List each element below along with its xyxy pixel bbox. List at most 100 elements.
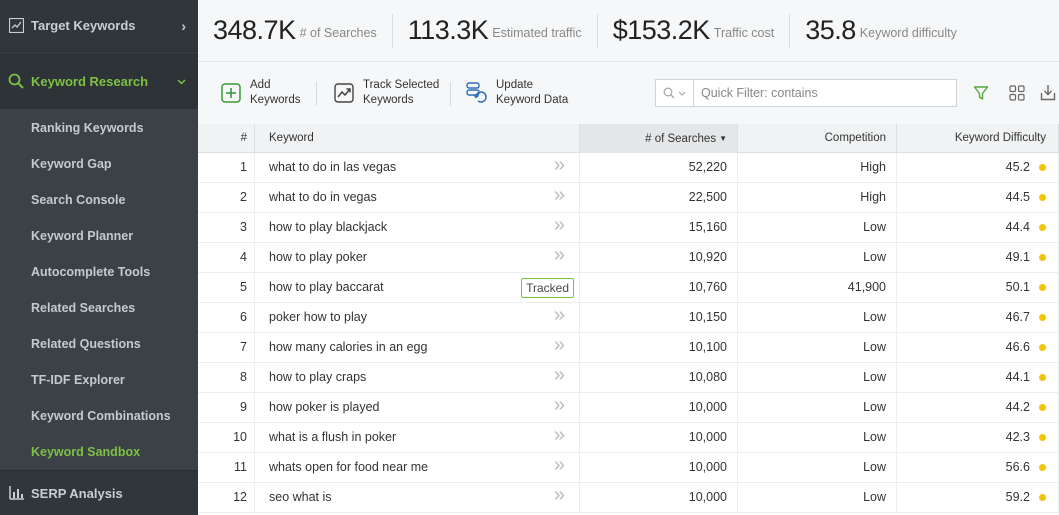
stat-value: 35.8: [805, 15, 856, 45]
cell-searches-text: 22,500: [688, 190, 727, 204]
table-row[interactable]: 4 how to play poker » 10,920 Low 49.1: [198, 243, 1059, 273]
cell-competition: Low: [738, 483, 897, 512]
quick-filter: [655, 79, 957, 107]
refresh-data-icon: [466, 82, 488, 104]
track-selected-keywords-button[interactable]: Track Selected Keywords: [333, 78, 439, 108]
double-chevron-right-icon[interactable]: »: [554, 151, 565, 180]
cell-number: 5: [198, 273, 255, 302]
cell-competition: Low: [738, 213, 897, 242]
toolbar-divider: [450, 82, 451, 106]
add-keywords-button[interactable]: Add Keywords: [220, 78, 301, 108]
double-chevron-right-icon[interactable]: »: [554, 181, 565, 210]
sidebar: Target Keywords › Keyword Research Ranki…: [0, 0, 198, 515]
sidebar-section-target-keywords[interactable]: Target Keywords ›: [0, 0, 198, 52]
sidebar-item-related-searches[interactable]: Related Searches: [0, 290, 198, 326]
sidebar-item-keyword-combinations[interactable]: Keyword Combinations: [0, 398, 198, 434]
cell-searches-text: 52,220: [688, 160, 727, 174]
cell-keyword: how many calories in an egg »: [255, 333, 580, 362]
sidebar-item-search-console[interactable]: Search Console: [0, 182, 198, 218]
sidebar-item-list: Ranking Keywords Keyword Gap Search Consol…: [0, 110, 198, 470]
cell-keyword-difficulty: 49.1: [897, 243, 1059, 272]
double-chevron-right-icon[interactable]: »: [554, 211, 565, 240]
cell-keyword-difficulty: 46.6: [897, 333, 1059, 362]
double-chevron-right-icon[interactable]: »: [554, 451, 565, 480]
difficulty-indicator-dot: [1039, 194, 1046, 201]
cell-competition-text: 41,900: [847, 280, 886, 294]
double-chevron-right-icon[interactable]: »: [554, 301, 565, 330]
double-chevron-right-icon[interactable]: »: [554, 361, 565, 390]
column-header-keyword-difficulty[interactable]: Keyword Difficulty: [897, 124, 1059, 153]
table-row[interactable]: 10 what is a flush in poker » 10,000 Low 42.3: [198, 423, 1059, 453]
table-row[interactable]: 5 how to play baccarat Tracked 10,760 41,900…: [198, 273, 1059, 303]
columns-grid-icon[interactable]: [1007, 83, 1027, 103]
table-row[interactable]: 9 how poker is played » 10,000 Low 44.2: [198, 393, 1059, 423]
cell-number: 3: [198, 213, 255, 242]
cell-keyword-difficulty: 50.1: [897, 273, 1059, 302]
column-header-competition[interactable]: Competition: [738, 124, 897, 153]
cell-searches: 10,000: [580, 423, 738, 452]
cell-number: 2: [198, 183, 255, 212]
filter-mode-dropdown[interactable]: [656, 80, 694, 106]
column-header-searches[interactable]: # of Searches ▼: [580, 124, 738, 153]
cell-competition-text: Low: [863, 400, 886, 414]
table-row[interactable]: 3 how to play blackjack » 15,160 Low 44.4: [198, 213, 1059, 243]
update-keyword-data-button[interactable]: Update Keyword Data: [466, 78, 568, 108]
difficulty-indicator-dot: [1039, 284, 1046, 291]
sidebar-item-ranking-keywords[interactable]: Ranking Keywords: [0, 110, 198, 146]
cell-keyword-text: seo what is: [269, 490, 332, 504]
cell-keyword: poker how to play »: [255, 303, 580, 332]
cell-keyword: what to do in vegas »: [255, 183, 580, 212]
quick-filter-input[interactable]: [694, 86, 944, 100]
cell-competition: High: [738, 153, 897, 182]
double-chevron-right-icon[interactable]: »: [554, 331, 565, 360]
cell-number: 11: [198, 453, 255, 482]
cell-searches: 10,920: [580, 243, 738, 272]
sidebar-section-serp-analysis[interactable]: SERP Analysis: [0, 470, 198, 515]
cell-competition: Low: [738, 243, 897, 272]
cell-competition-text: Low: [863, 460, 886, 474]
sidebar-item-related-questions[interactable]: Related Questions: [0, 326, 198, 362]
table-row[interactable]: 1 what to do in las vegas » 52,220 High 45.2: [198, 153, 1059, 183]
table-row[interactable]: 11 whats open for food near me » 10,000 Low 5…: [198, 453, 1059, 483]
export-download-icon[interactable]: [1038, 83, 1058, 103]
table-row[interactable]: 12 seo what is » 10,000 Low 59.2: [198, 483, 1059, 513]
filter-funnel-icon[interactable]: [971, 83, 991, 103]
cell-number: 1: [198, 153, 255, 182]
double-chevron-right-icon[interactable]: »: [554, 481, 565, 510]
cell-keyword-difficulty: 44.4: [897, 213, 1059, 242]
sidebar-item-tf-idf-explorer[interactable]: TF-IDF Explorer: [0, 362, 198, 398]
table-row[interactable]: 6 poker how to play » 10,150 Low 46.7: [198, 303, 1059, 333]
double-chevron-right-icon[interactable]: »: [554, 241, 565, 270]
sidebar-item-autocomplete-tools[interactable]: Autocomplete Tools: [0, 254, 198, 290]
table-row[interactable]: 2 what to do in vegas » 22,500 High 44.5: [198, 183, 1059, 213]
cell-number: 6: [198, 303, 255, 332]
column-header-number[interactable]: #: [198, 124, 255, 153]
sidebar-section-keyword-research[interactable]: Keyword Research: [0, 53, 198, 109]
cell-searches-text: 10,150: [688, 310, 727, 324]
double-chevron-right-icon[interactable]: »: [554, 421, 565, 450]
difficulty-indicator-dot: [1039, 374, 1046, 381]
cell-competition-text: Low: [863, 250, 886, 264]
sidebar-item-keyword-gap[interactable]: Keyword Gap: [0, 146, 198, 182]
cell-keyword-text: poker how to play: [269, 310, 367, 324]
cell-keyword-difficulty-text: 44.1: [1005, 370, 1030, 384]
column-header-keyword[interactable]: Keyword: [255, 124, 580, 153]
double-chevron-right-icon[interactable]: »: [554, 391, 565, 420]
cell-searches-text: 10,000: [688, 430, 727, 444]
chevron-right-icon: ›: [181, 18, 186, 34]
cell-searches: 52,220: [580, 153, 738, 182]
sidebar-section-label: Target Keywords: [31, 18, 136, 33]
sidebar-item-keyword-planner[interactable]: Keyword Planner: [0, 218, 198, 254]
cell-number: 8: [198, 363, 255, 392]
table-row[interactable]: 8 how to play craps » 10,080 Low 44.1: [198, 363, 1059, 393]
cell-number-text: 5: [240, 280, 247, 294]
stat-traffic-cost: $153.2K Traffic cost: [598, 13, 791, 48]
search-icon: [663, 87, 675, 99]
cell-competition: Low: [738, 393, 897, 422]
cell-keyword-text: how to play poker: [269, 250, 367, 264]
table-row[interactable]: 7 how many calories in an egg » 10,100 Low 46…: [198, 333, 1059, 363]
stat-value: $153.2K: [612, 15, 711, 45]
sidebar-item-keyword-sandbox[interactable]: Keyword Sandbox: [0, 434, 198, 470]
cell-competition-text: Low: [863, 310, 886, 324]
cell-number-text: 10: [233, 430, 247, 444]
